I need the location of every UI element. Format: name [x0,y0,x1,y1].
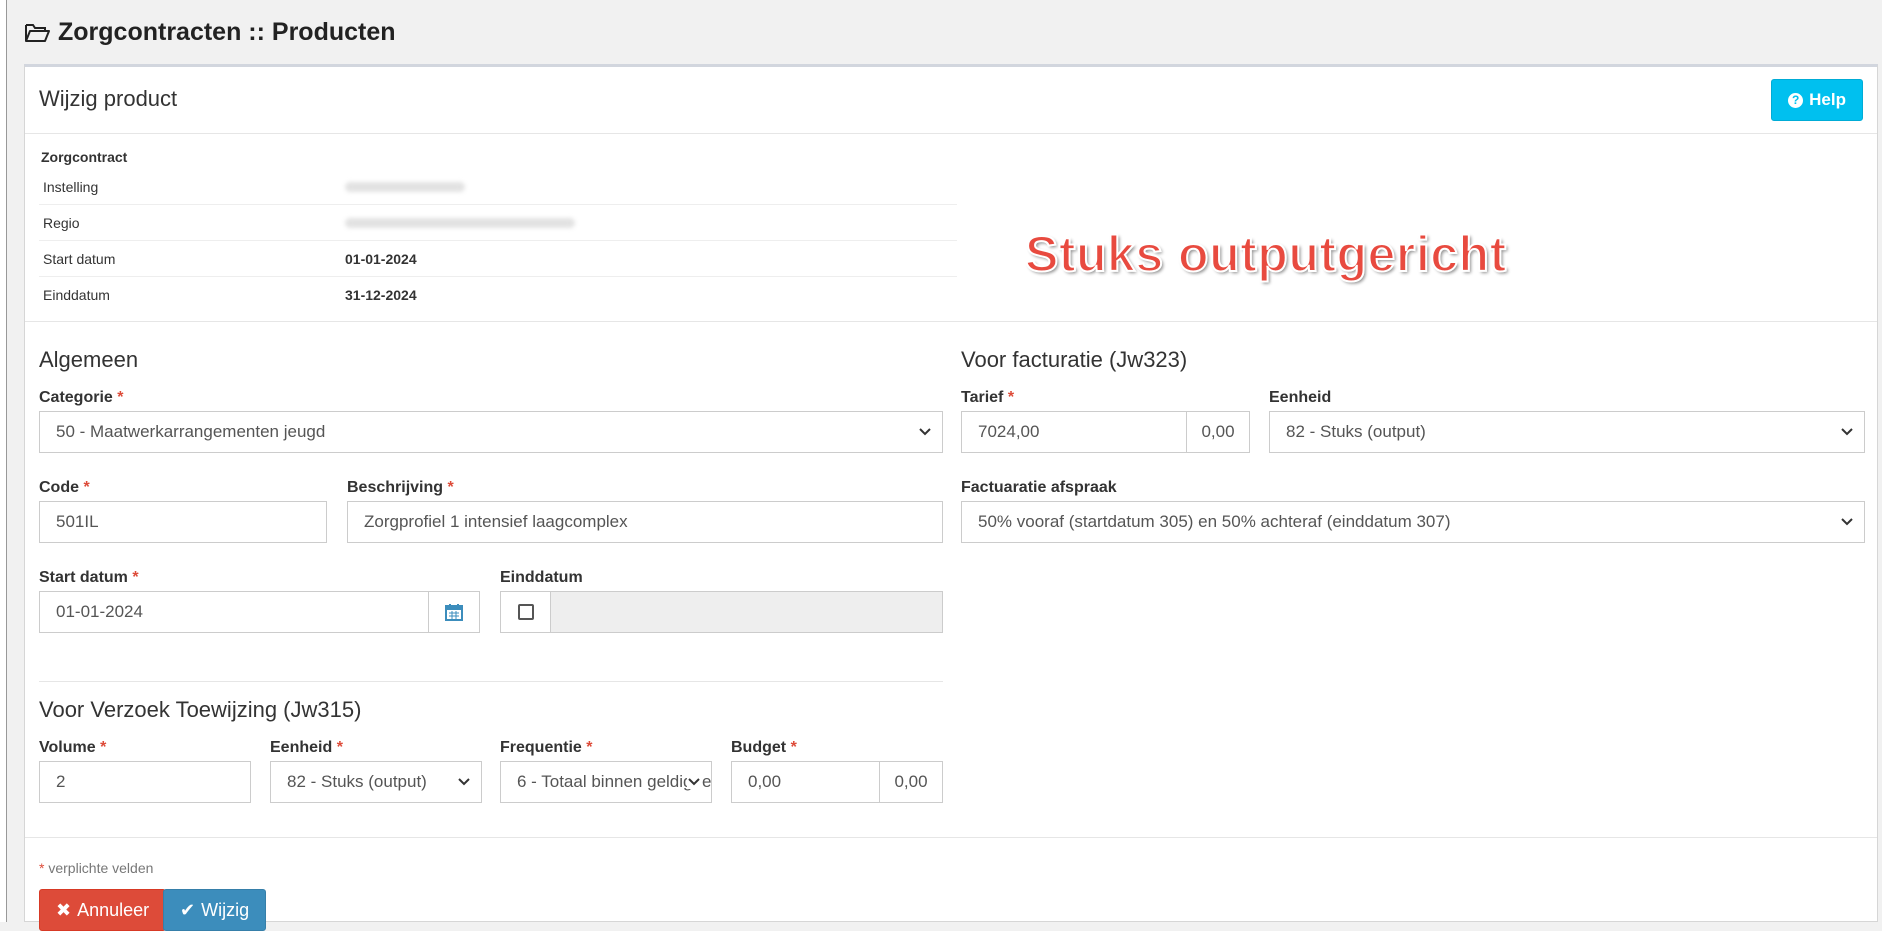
tarief-addon: 0,00 [1186,411,1250,453]
checkbox-icon [517,604,534,620]
contract-label: Start datum [39,240,341,277]
chevron-down-icon [919,428,931,436]
contract-label: Instelling [43,178,99,195]
code-label: Code * [39,479,90,496]
close-icon: ✖ [56,899,72,920]
left-edge [0,0,7,922]
factuaratie-afspraak-label: Factuaratie afspraak [961,479,1117,496]
budget-addon-value: 0,00 [894,772,928,791]
section-title-toewijzing: Voor Verzoek Toewijzing (Jw315) [39,697,362,722]
toewijzing-eenheid-select[interactable]: 82 - Stuks (output) [270,761,482,803]
panel-header: Wijzig product ? Help [25,67,1877,134]
contract-value: 31-12-2024 [341,276,957,312]
edit-product-panel: Wijzig product ? Help Zorgcontract Inste… [24,64,1878,931]
contract-label: Einddatum [39,276,341,312]
categorie-label: Categorie * [39,389,124,406]
beschrijving-label: Beschrijving * [347,479,454,496]
check-icon: ✔ [180,899,196,920]
contract-value: 01-01-2024 [341,240,957,277]
tarief-addon-value: 0,00 [1201,422,1235,441]
page-header: Zorgcontracten :: Producten [24,18,396,47]
toewijzing-eenheid-value: 82 - Stuks (output) [287,772,427,791]
save-button[interactable]: ✔ Wijzig [163,889,267,931]
question-icon: ? [1788,92,1804,108]
factuaratie-afspraak-value: 50% vooraf (startdatum 305) en 50% achte… [978,512,1451,531]
beschrijving-input[interactable]: Zorgprofiel 1 intensief laagcomplex [347,501,943,543]
required-fields-note: * verplichte velden [39,860,153,876]
factuaratie-afspraak-select[interactable]: 50% vooraf (startdatum 305) en 50% achte… [961,501,1865,543]
divider [25,321,1877,322]
budget-input[interactable]: 0,00 [731,761,880,803]
contract-table: Instelling Regio Start datum 01-01-2024 … [39,169,957,312]
code-input[interactable]: 501IL [39,501,327,543]
code-value: 501IL [56,512,99,531]
table-row: Start datum 01-01-2024 [39,240,957,277]
contract-info: Zorgcontract Instelling Regio Start datu… [39,149,957,312]
table-row: Regio [39,204,957,241]
calendar-button[interactable] [428,591,480,633]
chevron-down-icon [1841,428,1853,436]
annotation-text: Stuks outputgericht [1024,225,1507,283]
panel-title: Wijzig product [39,86,178,111]
einddatum-label: Einddatum [500,569,583,586]
chevron-down-icon [458,778,470,786]
divider [25,837,1877,838]
table-row: Instelling [39,169,957,205]
divider [39,681,943,682]
start-datum-input[interactable]: 01-01-2024 [39,591,429,633]
calendar-icon [445,604,463,621]
save-label: Wijzig [201,899,250,920]
budget-label: Budget * [731,739,797,756]
chevron-down-icon [1841,518,1853,526]
eenheid-value: 82 - Stuks (output) [1286,422,1426,441]
page-title: Zorgcontracten :: Producten [58,18,396,46]
help-button[interactable]: ? Help [1771,79,1863,121]
eenheid-select[interactable]: 82 - Stuks (output) [1269,411,1865,453]
cancel-label: Annuleer [77,899,150,920]
tarief-value: 7024,00 [978,422,1040,441]
start-datum-value: 01-01-2024 [56,602,143,621]
budget-value: 0,00 [748,772,782,791]
section-title-facturatie: Voor facturatie (Jw323) [961,347,1188,372]
tarief-input[interactable]: 7024,00 [961,411,1187,453]
contract-value-redacted [341,204,957,241]
einddatum-input [550,591,943,633]
section-title-algemeen: Algemeen [39,347,139,372]
required-note-text: verplichte velden [48,860,154,876]
table-row: Einddatum 31-12-2024 [39,276,957,312]
beschrijving-value: Zorgprofiel 1 intensief laagcomplex [364,512,628,531]
help-label: Help [1809,90,1846,109]
start-datum-label: Start datum * [39,569,139,586]
frequentie-label: Frequentie * [500,739,593,756]
contract-value-redacted [341,169,957,205]
folder-open-icon [24,22,50,44]
categorie-value: 50 - Maatwerkarrangementen jeugd [56,422,326,441]
frequentie-select[interactable]: 6 - Totaal binnen geldigheidsduur toewij… [500,761,712,803]
volume-input[interactable]: 2 [39,761,251,803]
contract-heading: Zorgcontract [41,149,128,165]
categorie-select[interactable]: 50 - Maatwerkarrangementen jeugd [39,411,943,453]
cancel-button[interactable]: ✖ Annuleer [39,889,167,931]
volume-value: 2 [56,772,66,791]
einddatum-checkbox[interactable] [500,591,551,633]
volume-label: Volume * [39,739,107,756]
tarief-label: Tarief * [961,389,1015,406]
required-mark: * [39,860,45,876]
contract-label: Regio [39,204,341,241]
eenheid-label: Eenheid [1269,389,1332,406]
toewijzing-eenheid-label: Eenheid * [270,739,343,756]
frequentie-value: 6 - Totaal binnen geldigheidsduur toewij… [517,772,712,791]
chevron-down-icon [687,775,701,789]
budget-addon: 0,00 [879,761,943,803]
